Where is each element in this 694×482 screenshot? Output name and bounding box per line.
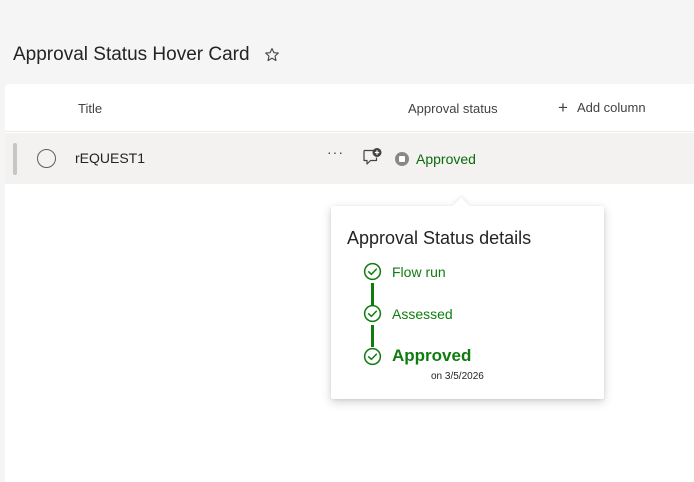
add-column-label: Add column [576, 100, 646, 115]
page-title: Approval Status Hover Card [13, 44, 250, 65]
more-icon[interactable]: ··· [327, 144, 344, 160]
step-approved-date: on 3/5/2026 [431, 371, 484, 382]
row-title[interactable]: rEQUEST1 [75, 150, 145, 166]
star-icon[interactable] [264, 47, 280, 63]
comment-add-icon[interactable] [361, 147, 383, 167]
approval-status-hovercard: Approval Status details Flow run Assesse… [331, 197, 604, 399]
column-header-title[interactable]: Title [78, 101, 102, 116]
check-circle-icon [363, 262, 382, 281]
plus-icon: + [558, 97, 568, 117]
step-assessed: Assessed [363, 304, 453, 323]
step-label: Approved [392, 346, 472, 365]
page-header: Approval Status Hover Card [13, 44, 280, 66]
check-circle-icon [363, 347, 382, 365]
column-header-approval-status[interactable]: Approval status [408, 101, 498, 116]
row-selection-bar [13, 143, 17, 175]
step-approved: Approved [363, 346, 471, 366]
add-column-button[interactable]: + Add column [558, 97, 646, 117]
step-connector [371, 325, 374, 347]
status-dot-icon [395, 152, 409, 166]
step-label: Assessed [392, 305, 453, 322]
row-select-checkbox[interactable] [37, 149, 56, 168]
approval-status-cell[interactable]: Approved [395, 151, 476, 167]
check-circle-icon [363, 304, 382, 323]
hovercard-title: Approval Status details [347, 228, 532, 248]
step-label: Flow run [392, 263, 446, 280]
column-header-row: Title Approval status + Add column [5, 84, 694, 132]
table-row[interactable]: rEQUEST1 ··· Approved [5, 133, 694, 184]
approval-status-text: Approved [416, 151, 476, 167]
step-flow-run: Flow run [363, 262, 446, 281]
step-connector [371, 283, 374, 305]
